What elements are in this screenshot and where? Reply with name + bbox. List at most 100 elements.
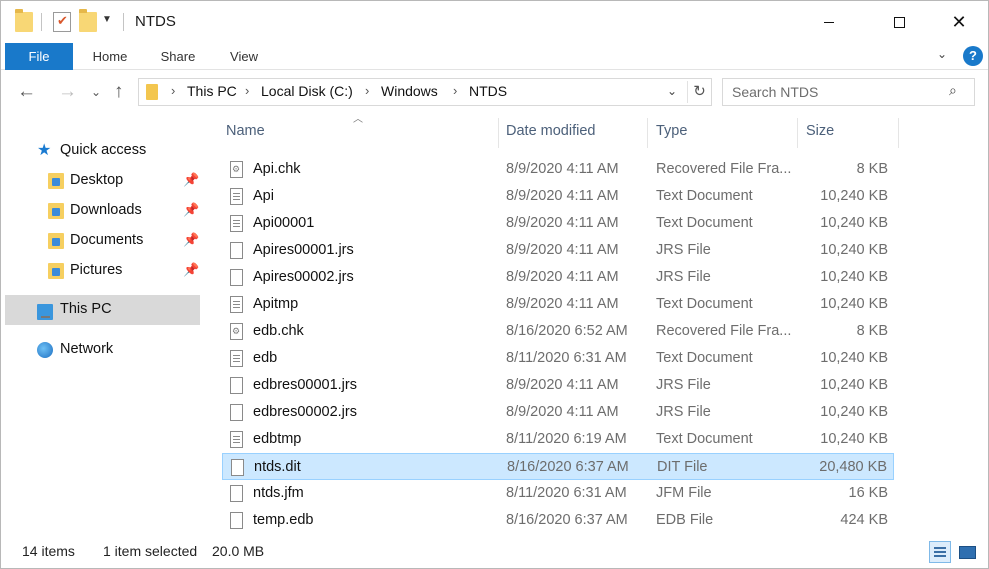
file-date-modified: 8/11/2020 6:31 AM: [506, 485, 627, 501]
file-row[interactable]: Apires00002.jrs 8/9/2020 4:11 AM JRS File 1…: [222, 264, 894, 291]
tab-home[interactable]: Home: [79, 43, 141, 70]
details-view-button[interactable]: [929, 541, 951, 563]
file-row[interactable]: ntds.dit 8/16/2020 6:37 AM DIT File 20,480 …: [222, 453, 894, 480]
column-header-date[interactable]: Date modified: [499, 114, 647, 148]
search-box[interactable]: ⌕: [722, 78, 975, 106]
file-row[interactable]: edbres00002.jrs 8/9/2020 4:11 AM JRS File 1…: [222, 399, 894, 426]
folder-icon[interactable]: [15, 9, 33, 32]
expand-ribbon-chevron-icon[interactable]: ⌄: [937, 47, 947, 61]
pin-icon[interactable]: 📌: [183, 232, 199, 248]
tab-file[interactable]: File: [5, 43, 73, 70]
file-icon: [230, 269, 243, 286]
folder-icon: [146, 84, 158, 100]
breadcrumb-ntds[interactable]: NTDS: [469, 83, 507, 99]
nav-item-label: Quick access: [60, 142, 147, 158]
pin-icon[interactable]: 📌: [183, 262, 199, 278]
nav-item-network[interactable]: Network: [5, 335, 200, 365]
column-divider[interactable]: [898, 118, 899, 148]
close-button[interactable]: ✕: [936, 1, 982, 43]
text-document-icon: [230, 215, 243, 232]
back-arrow-icon[interactable]: ←: [17, 81, 36, 103]
file-row[interactable]: ntds.jfm 8/11/2020 6:31 AM JFM File 16 KB: [222, 480, 894, 507]
new-folder-icon[interactable]: [79, 9, 97, 32]
file-type: JRS File: [656, 377, 711, 393]
file-date-modified: 8/16/2020 6:37 AM: [507, 459, 629, 475]
recent-locations-chevron-icon[interactable]: ⌄: [91, 85, 101, 99]
breadcrumb-this-pc[interactable]: This PC: [187, 83, 237, 99]
file-row[interactable]: Apitmp 8/9/2020 4:11 AM Text Document 10,24…: [222, 291, 894, 318]
nav-item-documents[interactable]: Documents 📌: [5, 226, 200, 256]
nav-item-this-pc[interactable]: This PC: [5, 295, 200, 325]
file-row[interactable]: edb.chk 8/16/2020 6:52 AM Recovered File F…: [222, 318, 894, 345]
chevron-right-icon[interactable]: ›: [245, 83, 249, 98]
file-name: edb: [253, 350, 278, 366]
file-size: 10,240 KB: [820, 269, 888, 285]
chevron-right-icon[interactable]: ›: [171, 83, 175, 98]
column-header-type[interactable]: Type: [648, 114, 797, 148]
file-name: edbtmp: [253, 431, 302, 447]
file-row[interactable]: temp.edb 8/16/2020 6:37 AM EDB File 424 KB: [222, 507, 894, 534]
breadcrumb-local-disk[interactable]: Local Disk (C:): [261, 83, 353, 99]
file-name: Api00001: [253, 215, 315, 231]
nav-item-label: Pictures: [70, 262, 123, 278]
nav-item-desktop[interactable]: Desktop 📌: [5, 166, 200, 196]
forward-arrow-icon[interactable]: →: [58, 81, 77, 103]
file-name: edbres00002.jrs: [253, 404, 357, 420]
ribbon-tabs: File Home Share View ⌄ ?: [1, 43, 988, 70]
file-row[interactable]: Api.chk 8/9/2020 4:11 AM Recovered File Fr…: [222, 156, 894, 183]
network-icon: [37, 342, 53, 358]
minimize-button[interactable]: [806, 1, 852, 43]
nav-item-pictures[interactable]: Pictures 📌: [5, 256, 200, 286]
file-row[interactable]: Api00001 8/9/2020 4:11 AM Text Document 10,…: [222, 210, 894, 237]
properties-icon[interactable]: [53, 12, 71, 32]
file-date-modified: 8/9/2020 4:11 AM: [506, 161, 619, 177]
chevron-right-icon[interactable]: ›: [365, 83, 369, 98]
help-icon[interactable]: ?: [963, 46, 983, 66]
column-header-size[interactable]: Size: [798, 114, 898, 148]
file-row[interactable]: Apires00001.jrs 8/9/2020 4:11 AM JRS File 1…: [222, 237, 894, 264]
file-icon: [230, 512, 243, 529]
tab-share[interactable]: Share: [147, 43, 209, 70]
navigation-pane: ★ Quick access Desktop 📌 Downloads 📌 Doc…: [1, 114, 203, 533]
address-history-dropdown-icon[interactable]: ⌄: [667, 84, 677, 98]
refresh-icon[interactable]: ↻: [687, 81, 711, 103]
file-row[interactable]: Api 8/9/2020 4:11 AM Text Document 10,240 K…: [222, 183, 894, 210]
pin-icon[interactable]: 📌: [183, 172, 199, 188]
file-name: Apires00001.jrs: [253, 242, 354, 258]
chevron-right-icon[interactable]: ›: [453, 83, 457, 98]
file-type: Text Document: [656, 215, 753, 231]
file-date-modified: 8/9/2020 4:11 AM: [506, 269, 619, 285]
customize-toolbar-dropdown-icon[interactable]: ▼: [102, 14, 112, 25]
up-arrow-icon[interactable]: ↑: [114, 81, 124, 103]
file-date-modified: 8/9/2020 4:11 AM: [506, 296, 619, 312]
nav-item-quick-access[interactable]: ★ Quick access: [5, 136, 200, 166]
computer-icon: [37, 304, 53, 320]
file-type: JRS File: [656, 404, 711, 420]
file-size: 10,240 KB: [820, 404, 888, 420]
large-icons-view-button[interactable]: [956, 541, 978, 563]
file-date-modified: 8/9/2020 4:11 AM: [506, 404, 619, 420]
tab-view[interactable]: View: [213, 43, 275, 70]
file-icon: [230, 404, 243, 421]
pictures-folder-icon: [48, 263, 64, 279]
file-size: 10,240 KB: [820, 215, 888, 231]
file-explorer-window: ▼ NTDS ✕ File Home Share View ⌄ ? ← → ⌄ …: [0, 0, 989, 569]
file-date-modified: 8/9/2020 4:11 AM: [506, 188, 619, 204]
file-icon: [231, 459, 244, 476]
file-name: temp.edb: [253, 512, 314, 528]
maximize-button[interactable]: [876, 1, 922, 43]
file-row[interactable]: edbres00001.jrs 8/9/2020 4:11 AM JRS File 1…: [222, 372, 894, 399]
search-icon[interactable]: ⌕: [949, 82, 957, 99]
column-header-name[interactable]: Name: [222, 114, 498, 148]
file-row[interactable]: edbtmp 8/11/2020 6:19 AM Text Document 10,2…: [222, 426, 894, 453]
file-size: 8 KB: [856, 161, 888, 177]
breadcrumb-windows[interactable]: Windows: [381, 83, 438, 99]
search-input[interactable]: [723, 79, 943, 105]
address-bar[interactable]: › This PC › Local Disk (C:) › Windows › …: [138, 78, 712, 106]
file-row[interactable]: edb 8/11/2020 6:31 AM Text Document 10,240 …: [222, 345, 894, 372]
nav-item-downloads[interactable]: Downloads 📌: [5, 196, 200, 226]
file-type: DIT File: [657, 459, 708, 475]
file-size: 10,240 KB: [820, 242, 888, 258]
pin-icon[interactable]: 📌: [183, 202, 199, 218]
file-size: 10,240 KB: [820, 350, 888, 366]
